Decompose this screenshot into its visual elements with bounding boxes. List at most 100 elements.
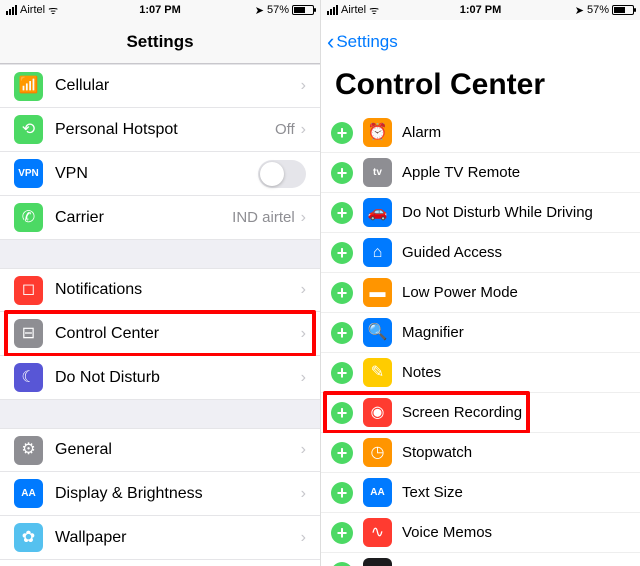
hotspot-icon: ⟲ xyxy=(14,115,43,144)
status-battery-pct: 57% xyxy=(587,4,609,16)
row-label: Notes xyxy=(402,364,441,381)
back-label: Settings xyxy=(336,32,397,52)
row-label: Low Power Mode xyxy=(402,284,518,301)
row-detail: IND airtel xyxy=(232,209,295,226)
add-button[interactable]: + xyxy=(331,522,353,544)
add-row-appletv[interactable]: + tv Apple TV Remote xyxy=(321,153,640,193)
voicememos-icon: ∿ xyxy=(363,518,392,547)
row-dnd[interactable]: ☾Do Not Disturb› xyxy=(0,356,320,400)
add-row-notes[interactable]: + ✎ Notes xyxy=(321,353,640,393)
row-label: Carrier xyxy=(55,209,232,227)
back-button[interactable]: ‹ Settings xyxy=(327,20,398,64)
add-button[interactable]: + xyxy=(331,482,353,504)
add-button[interactable]: + xyxy=(331,442,353,464)
nav-bar: Settings xyxy=(0,20,320,64)
row-controlcenter[interactable]: ⊟ Control Center› xyxy=(0,312,320,356)
add-button[interactable]: + xyxy=(331,402,353,424)
notifications-icon: ◻︎ xyxy=(14,276,43,305)
add-row-stopwatch[interactable]: + ◷ Stopwatch xyxy=(321,433,640,473)
add-button[interactable]: + xyxy=(331,122,353,144)
chevron-right-icon: › xyxy=(301,529,306,547)
guided-icon: ⌂ xyxy=(363,238,392,267)
magnifier-icon: 🔍 xyxy=(363,318,392,347)
row-label: Do Not Disturb While Driving xyxy=(402,204,593,221)
wifi-icon: ᯤ xyxy=(48,3,58,18)
add-button[interactable]: + xyxy=(331,202,353,224)
add-row-textsize[interactable]: + AA Text Size xyxy=(321,473,640,513)
display-icon: AA xyxy=(14,479,43,508)
chevron-right-icon: › xyxy=(301,441,306,459)
controlcenter-icon: ⊟ xyxy=(14,319,43,348)
add-button[interactable]: + xyxy=(331,242,353,264)
row-label: Magnifier xyxy=(402,324,464,341)
row-label: Cellular xyxy=(55,77,301,95)
status-bar: Airtel ᯤ 1:07 PM ➤ 57% xyxy=(321,0,640,20)
row-vpn[interactable]: VPN VPN xyxy=(0,152,320,196)
add-row-voicememos[interactable]: + ∿ Voice Memos xyxy=(321,513,640,553)
notes-icon: ✎ xyxy=(363,358,392,387)
add-row-magnifier[interactable]: + 🔍 Magnifier xyxy=(321,313,640,353)
add-row-dnddriving[interactable]: +🚗Do Not Disturb While Driving xyxy=(321,193,640,233)
row-label: Guided Access xyxy=(402,244,502,261)
wifi-icon: ᯤ xyxy=(369,3,379,18)
row-wallpaper[interactable]: ✿Wallpaper› xyxy=(0,516,320,560)
appletv-icon: tv xyxy=(363,158,392,187)
status-carrier: Airtel xyxy=(20,4,45,16)
row-label: VPN xyxy=(55,165,258,183)
location-icon: ➤ xyxy=(575,4,584,17)
add-row-guided[interactable]: + ⌂ Guided Access xyxy=(321,233,640,273)
location-icon: ➤ xyxy=(255,4,264,17)
textsize-icon: AA xyxy=(363,478,392,507)
battery-icon xyxy=(612,5,634,15)
chevron-right-icon: › xyxy=(301,77,306,95)
vpn-icon: VPN xyxy=(14,159,43,188)
add-row-lowpower[interactable]: + ▬ Low Power Mode xyxy=(321,273,640,313)
lowpower-icon: ▬ xyxy=(363,278,392,307)
wallpaper-icon: ✿ xyxy=(14,523,43,552)
settings-pane: Airtel ᯤ 1:07 PM ➤ 57% Settings 📶Cellula… xyxy=(0,0,320,566)
screenrec-icon: ◉ xyxy=(363,398,392,427)
row-notifications[interactable]: ◻︎ Notifications› xyxy=(0,268,320,312)
chevron-right-icon: › xyxy=(301,369,306,387)
add-button[interactable]: + xyxy=(331,162,353,184)
nav-bar: ‹ Settings xyxy=(321,20,640,64)
stopwatch-icon: ◷ xyxy=(363,438,392,467)
row-label: Voice Memos xyxy=(402,524,492,541)
chevron-right-icon: › xyxy=(301,485,306,503)
row-carrier[interactable]: ✆ CarrierIND airtel › xyxy=(0,196,320,240)
row-label: Stopwatch xyxy=(402,444,472,461)
status-carrier: Airtel xyxy=(341,4,366,16)
general-icon: ⚙︎ xyxy=(14,436,43,465)
row-label: Text Size xyxy=(402,484,463,501)
vpn-toggle[interactable] xyxy=(258,160,306,188)
row-label: Control Center xyxy=(55,325,301,343)
alarm-icon: ⏰ xyxy=(363,118,392,147)
row-general[interactable]: ⚙︎General› xyxy=(0,428,320,472)
chevron-right-icon: › xyxy=(301,281,306,299)
row-label: Apple TV Remote xyxy=(402,164,520,181)
add-button[interactable]: + xyxy=(331,362,353,384)
row-label: Notifications xyxy=(55,281,301,299)
row-hotspot[interactable]: ⟲Personal HotspotOff› xyxy=(0,108,320,152)
row-display[interactable]: AADisplay & Brightness› xyxy=(0,472,320,516)
signal-icon xyxy=(6,5,17,15)
add-row-wallet[interactable]: +💳Wallet xyxy=(321,553,640,566)
status-battery-pct: 57% xyxy=(267,4,289,16)
add-button[interactable]: + xyxy=(331,282,353,304)
chevron-right-icon: › xyxy=(301,325,306,343)
add-row-screenrec[interactable]: +◉Screen Recording xyxy=(321,393,640,433)
add-button[interactable]: + xyxy=(331,562,353,566)
row-detail: Off xyxy=(275,121,295,138)
control-center-pane: Airtel ᯤ 1:07 PM ➤ 57% ‹ Settings Contro… xyxy=(320,0,640,566)
row-label: Personal Hotspot xyxy=(55,121,275,139)
row-cellular[interactable]: 📶 Cellular› xyxy=(0,64,320,108)
add-button[interactable]: + xyxy=(331,322,353,344)
add-row-alarm[interactable]: +⏰Alarm xyxy=(321,113,640,153)
cellular-icon: 📶 xyxy=(14,72,43,101)
carrier-icon: ✆ xyxy=(14,203,43,232)
row-sounds[interactable]: 🔊Sounds & Haptics› xyxy=(0,560,320,566)
chevron-left-icon: ‹ xyxy=(327,31,334,53)
signal-icon xyxy=(327,5,338,15)
chevron-right-icon: › xyxy=(301,209,306,227)
row-label: Do Not Disturb xyxy=(55,369,301,387)
